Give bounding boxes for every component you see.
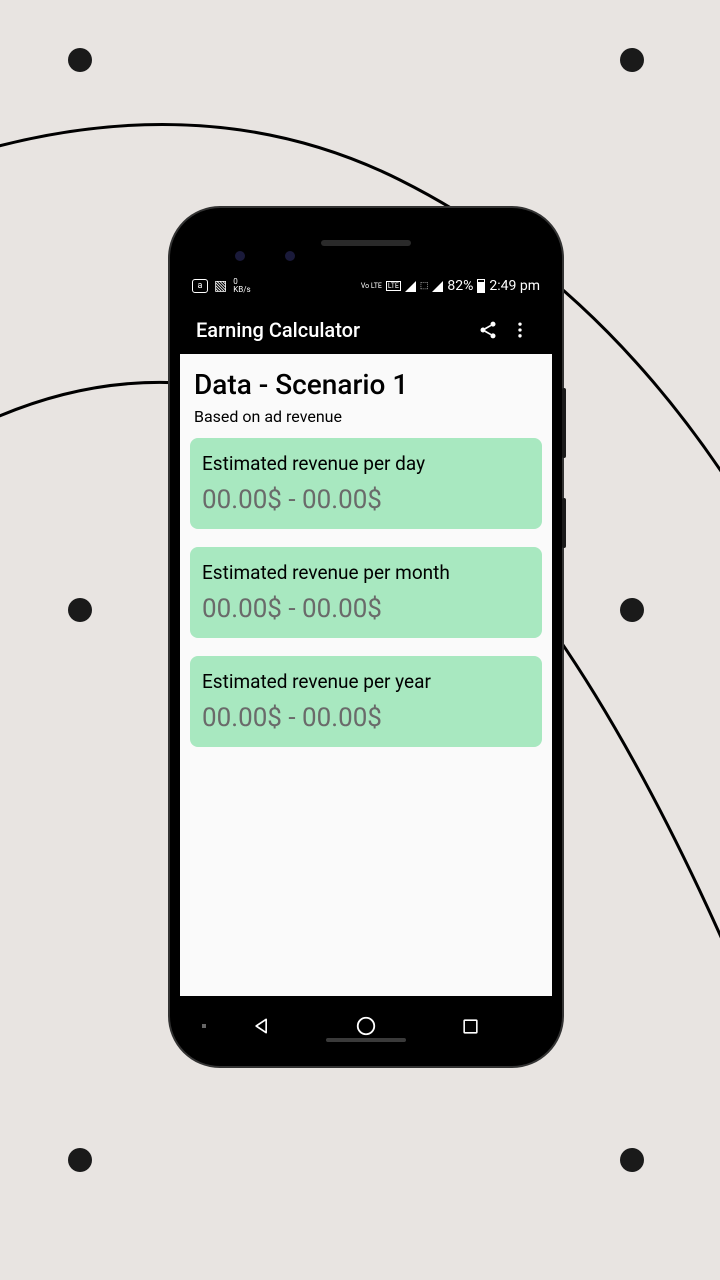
page-subtitle: Based on ad revenue xyxy=(190,407,542,426)
phone-mockup-frame: a ▧ 0KB/s Vo LTE LTE ⬚ 82% 2:49 pm Earni… xyxy=(170,208,562,1066)
triangle-back-icon xyxy=(252,1016,272,1036)
network-speed-indicator: 0KB/s xyxy=(233,278,250,294)
bg-dot xyxy=(68,1148,92,1172)
share-button[interactable] xyxy=(472,314,504,346)
nav-indicator-dot xyxy=(202,1024,206,1028)
bg-dot xyxy=(68,48,92,72)
card-label: Estimated revenue per month xyxy=(202,561,530,584)
page-title: Data - Scenario 1 xyxy=(190,368,542,401)
phone-speaker xyxy=(321,240,411,246)
card-value: 00.00$ - 00.00$ xyxy=(202,703,530,733)
more-vertical-icon xyxy=(510,320,530,340)
nav-home-indicator xyxy=(326,1038,406,1042)
bg-dot xyxy=(620,48,644,72)
phone-side-button xyxy=(562,498,566,548)
app-bar: Earning Calculator xyxy=(180,306,552,354)
sim-icon: ⬚ xyxy=(420,281,429,291)
card-value: 00.00$ - 00.00$ xyxy=(202,594,530,624)
square-recents-icon xyxy=(461,1017,480,1036)
signal-icon xyxy=(405,281,416,292)
revenue-card-day: Estimated revenue per day 00.00$ - 00.00… xyxy=(190,438,542,529)
revenue-card-year: Estimated revenue per year 00.00$ - 00.0… xyxy=(190,656,542,747)
phone-camera xyxy=(235,251,245,261)
bg-dot xyxy=(620,1148,644,1172)
card-value: 00.00$ - 00.00$ xyxy=(202,485,530,515)
content-area: Data - Scenario 1 Based on ad revenue Es… xyxy=(180,354,552,996)
card-label: Estimated revenue per day xyxy=(202,452,530,475)
status-bar: a ▧ 0KB/s Vo LTE LTE ⬚ 82% 2:49 pm xyxy=(192,276,540,296)
battery-percent: 82% xyxy=(447,278,473,294)
card-label: Estimated revenue per year xyxy=(202,670,530,693)
share-icon xyxy=(478,320,498,340)
revenue-card-month: Estimated revenue per month 00.00$ - 00.… xyxy=(190,547,542,638)
nav-recents-button[interactable] xyxy=(453,1009,487,1043)
volte-indicator: Vo LTE xyxy=(361,283,382,290)
bg-dot xyxy=(620,598,644,622)
notification-app-icon: a xyxy=(192,279,208,293)
clock: 2:49 pm xyxy=(489,278,540,294)
battery-icon xyxy=(477,279,485,293)
bg-dot xyxy=(68,598,92,622)
app-title: Earning Calculator xyxy=(196,318,472,342)
lte-indicator: LTE xyxy=(386,281,401,291)
signal-icon xyxy=(432,281,443,292)
android-nav-bar xyxy=(180,996,552,1056)
circle-home-icon xyxy=(355,1015,377,1037)
phone-side-button xyxy=(562,388,566,458)
more-options-button[interactable] xyxy=(504,314,536,346)
nav-back-button[interactable] xyxy=(245,1009,279,1043)
phone-camera xyxy=(285,251,295,261)
screenshot-icon: ▧ xyxy=(214,278,227,294)
